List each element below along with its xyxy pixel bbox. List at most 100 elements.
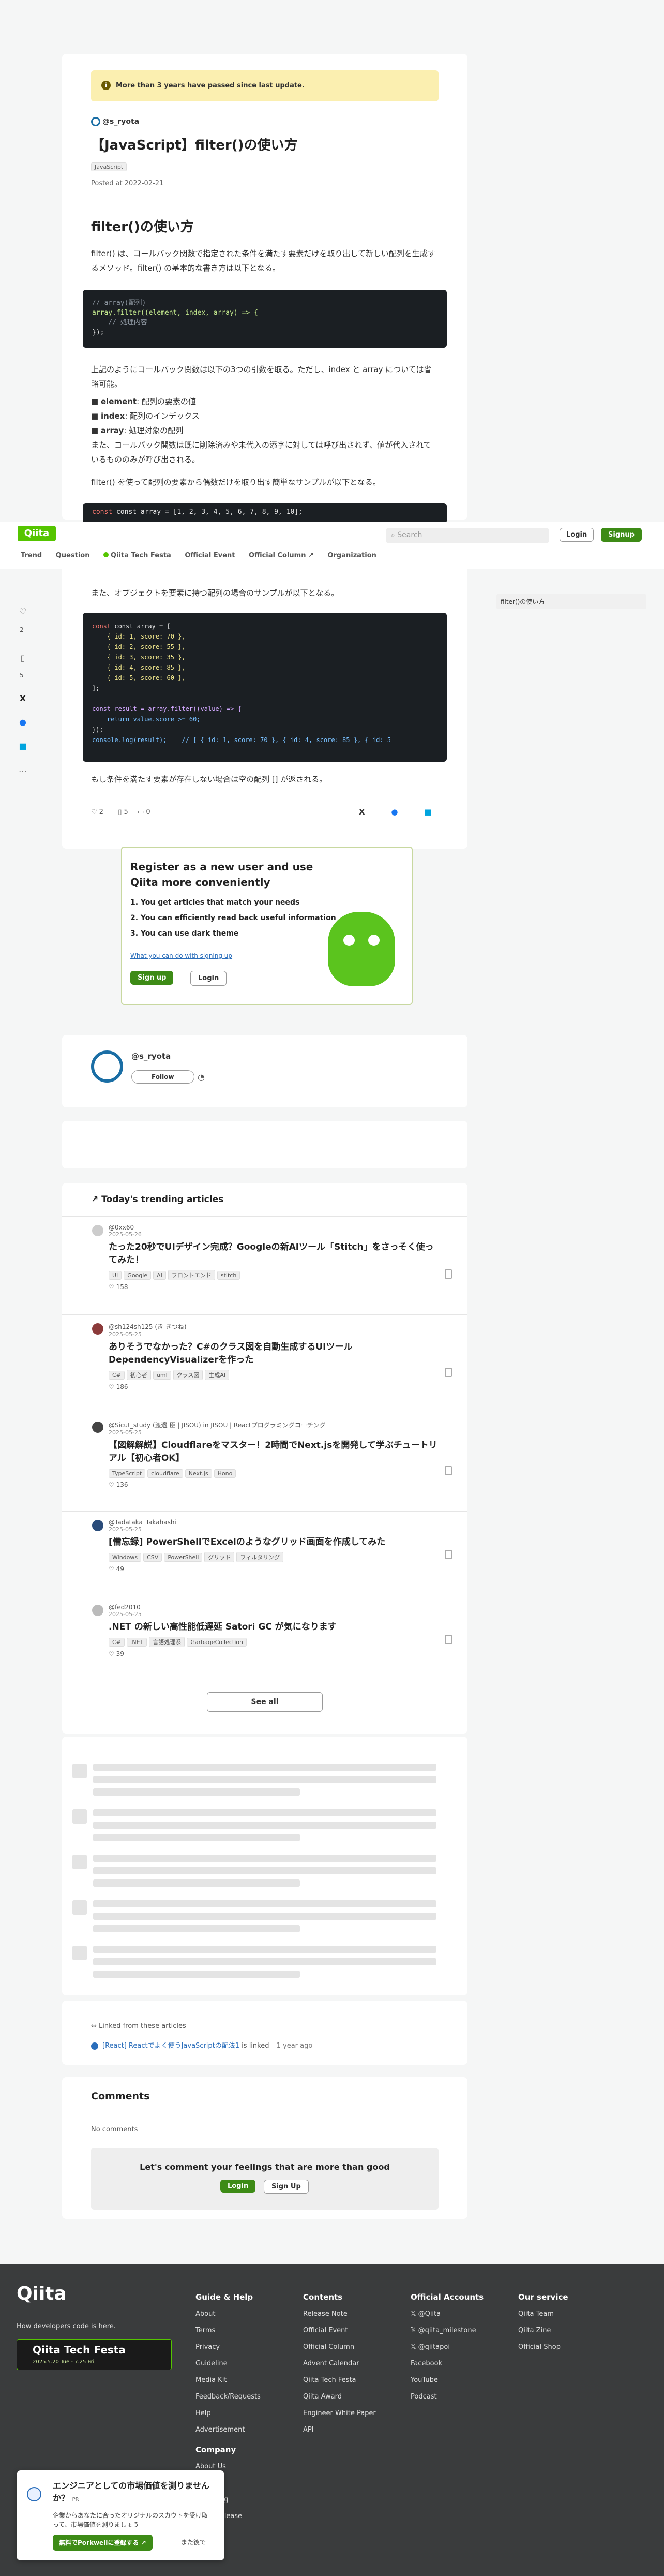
footer-link[interactable]: Podcast <box>411 2393 484 2401</box>
follow-button[interactable]: Follow <box>131 1070 194 1084</box>
footer-link[interactable]: Terms <box>195 2327 261 2334</box>
bookmark-icon[interactable] <box>445 1368 452 1377</box>
item-title[interactable]: ありそうでなかった？C#のクラス図を自動生成するUIツールDependencyV… <box>109 1341 439 1367</box>
footer-link[interactable]: Qiita Tech Festa <box>303 2376 376 2384</box>
bookmark-icon[interactable] <box>445 1269 452 1279</box>
bookmark-icon[interactable] <box>445 1635 452 1644</box>
footer-link[interactable]: Privacy <box>195 2343 261 2351</box>
rss-icon[interactable]: ◔ <box>198 1072 205 1082</box>
link-icon: ⇔ <box>91 2022 99 2030</box>
nav-question[interactable]: Question <box>56 552 90 559</box>
avatar <box>92 1323 103 1335</box>
footer-link[interactable]: Official Column <box>303 2343 376 2351</box>
footer-link[interactable]: Official Event <box>303 2327 376 2334</box>
trending-item[interactable]: @0xx60 2025-05-26 たった20秒でUIデザイン完成？Google… <box>62 1216 467 1314</box>
trending-item[interactable]: @fed2010 2025-05-25 .NET の新しい高性能低遅延 Sato… <box>62 1596 467 1681</box>
item-user[interactable]: @0xx60 <box>109 1224 439 1231</box>
footer-link[interactable]: Advertisement <box>195 2426 261 2434</box>
item-title[interactable]: [備忘録] PowerShellでExcelのようなグリッド画面を作成してみた <box>109 1536 439 1549</box>
item-date: 2025-05-25 <box>109 1526 142 1533</box>
item-title[interactable]: 【図解解説】Cloudflareをマスター！2時間でNext.jsを開発して学ぶ… <box>109 1439 439 1465</box>
footer-link[interactable]: 𝕏 @qiita_milestone <box>411 2327 484 2334</box>
comment-count[interactable]: ▭ 0 <box>138 808 150 816</box>
item-user[interactable]: @fed2010 <box>109 1604 439 1611</box>
footer-logo[interactable]: Qiita <box>17 2283 67 2304</box>
footer-link[interactable]: 𝕏 @qiitapoi <box>411 2343 484 2351</box>
item-date: 2025-05-25 <box>109 1331 142 1338</box>
facebook-share-icon[interactable]: ● <box>391 807 398 817</box>
footer-link[interactable]: Advent Calendar <box>303 2360 376 2367</box>
item-tags: C# .NET 言語処理系 GarbageCollection <box>109 1637 439 1647</box>
trending-item[interactable]: @sh124sh125 (き きつね) 2025-05-25 ありそうでなかった… <box>62 1314 467 1413</box>
footer-link[interactable]: Feedback/Requests <box>195 2393 261 2401</box>
item-tags: Windows CSV PowerShell グリッド フィルタリング <box>109 1552 439 1562</box>
footer-link[interactable]: Media Kit <box>195 2376 261 2384</box>
register-link[interactable]: What you can do with signing up <box>130 952 232 959</box>
stock-button[interactable]: ▯ 5 <box>118 808 128 816</box>
footer-link[interactable]: Guideline <box>195 2360 261 2367</box>
x-share-icon[interactable]: X <box>18 693 28 704</box>
festa-banner[interactable]: Qiita Tech Festa 2025.5.20 Tue - 7.25 Fr… <box>17 2339 172 2370</box>
later-link[interactable]: また後で <box>181 2538 206 2547</box>
article-card: i More than 3 years have passed since las… <box>62 54 467 524</box>
item-user[interactable]: @Sicut_study (渡邉 臣 | JISOU) in JISOU | R… <box>109 1420 439 1429</box>
skeleton <box>93 1764 436 1771</box>
like-icon[interactable]: ♡ <box>18 606 28 617</box>
author-link[interactable]: @s_ryota <box>91 117 139 126</box>
trending-title: ↗ Today's trending articles <box>91 1194 224 1205</box>
nav-official-column[interactable]: Official Column ↗ <box>249 552 314 559</box>
footer-link[interactable]: Qiita Team <box>518 2310 568 2318</box>
comment-login-button[interactable]: Login <box>220 2180 256 2193</box>
see-all-button[interactable]: See all <box>207 1692 323 1712</box>
footer-link[interactable]: Facebook <box>411 2360 484 2367</box>
nav-official-event[interactable]: Official Event <box>185 552 235 559</box>
x-share-icon[interactable]: X <box>359 807 365 817</box>
toc-item[interactable]: filter()の使い方 <box>496 594 646 609</box>
linked-article-link[interactable]: [React] Reactでよく使うJavaScriptの配法1 <box>102 2042 239 2050</box>
item-title[interactable]: .NET の新しい高性能低遅延 Satori GC が気になります <box>109 1621 439 1634</box>
skeleton <box>72 1809 87 1824</box>
register-signup-button[interactable]: Sign up <box>130 971 174 985</box>
item-user[interactable]: @Tadataka_Takahashi <box>109 1519 439 1526</box>
skeleton <box>72 1900 87 1915</box>
bullet-list: ■ element: 配列の要素の値 ■ index: 配列のインデックス ■ … <box>91 394 200 438</box>
author-avatar[interactable] <box>91 1050 123 1083</box>
nav-trend[interactable]: Trend <box>21 552 42 559</box>
bookmark-icon[interactable] <box>445 1466 452 1475</box>
qiita-logo[interactable]: Qiita <box>18 526 56 541</box>
footer-link[interactable]: About <box>195 2310 261 2318</box>
footer-link[interactable]: Engineer White Paper <box>303 2409 376 2417</box>
facebook-share-icon[interactable]: ● <box>18 717 28 728</box>
like-button[interactable]: ♡ 2 <box>91 808 103 816</box>
nav-qiita-tech-festa[interactable]: Qiita Tech Festa <box>103 552 171 559</box>
footer-link[interactable]: Qiita Zine <box>518 2327 568 2334</box>
skeleton <box>93 1958 436 1965</box>
trending-item[interactable]: @Tadataka_Takahashi 2025-05-25 [備忘録] Pow… <box>62 1511 467 1596</box>
article-tag[interactable]: JavaScript <box>91 162 127 171</box>
footer-link[interactable]: API <box>303 2426 376 2434</box>
more-icon[interactable]: ⋯ <box>18 766 28 776</box>
bookmark-icon[interactable] <box>445 1550 452 1559</box>
comment-signup-button[interactable]: Sign Up <box>264 2180 309 2194</box>
search-input[interactable]: ⌕ Search <box>386 528 549 543</box>
stock-icon[interactable]: ▯ <box>18 653 28 663</box>
footer-link[interactable]: Release Note <box>303 2310 376 2318</box>
footer-link[interactable]: About Us <box>195 2463 261 2470</box>
footer-link[interactable]: Qiita Award <box>303 2393 376 2401</box>
footer-link[interactable]: Official Shop <box>518 2343 568 2351</box>
footer-link[interactable]: Help <box>195 2409 261 2417</box>
hatena-share-icon[interactable]: ■ <box>18 741 28 751</box>
hatena-share-icon[interactable]: ■ <box>424 807 431 817</box>
login-button[interactable]: Login <box>560 528 594 542</box>
porkwell-register-button[interactable]: 無料でPorkwellに登録する ↗ <box>53 2535 153 2551</box>
item-title[interactable]: たった20秒でUIデザイン完成？Googleの新AIツール「Stitch」をさっ… <box>109 1241 439 1267</box>
author-name[interactable]: @s_ryota <box>131 1052 171 1061</box>
signup-button[interactable]: Signup <box>601 528 642 542</box>
footer-link[interactable]: 𝕏 @Qiita <box>411 2310 484 2318</box>
item-user[interactable]: @sh124sh125 (き きつね) <box>109 1322 439 1331</box>
register-login-button[interactable]: Login <box>190 971 227 986</box>
footer-link[interactable]: YouTube <box>411 2376 484 2384</box>
nav-organization[interactable]: Organization <box>327 552 376 559</box>
item-tags: UI Google AI フロントエンド stitch <box>109 1270 439 1280</box>
trending-item[interactable]: @Sicut_study (渡邉 臣 | JISOU) in JISOU | R… <box>62 1413 467 1511</box>
